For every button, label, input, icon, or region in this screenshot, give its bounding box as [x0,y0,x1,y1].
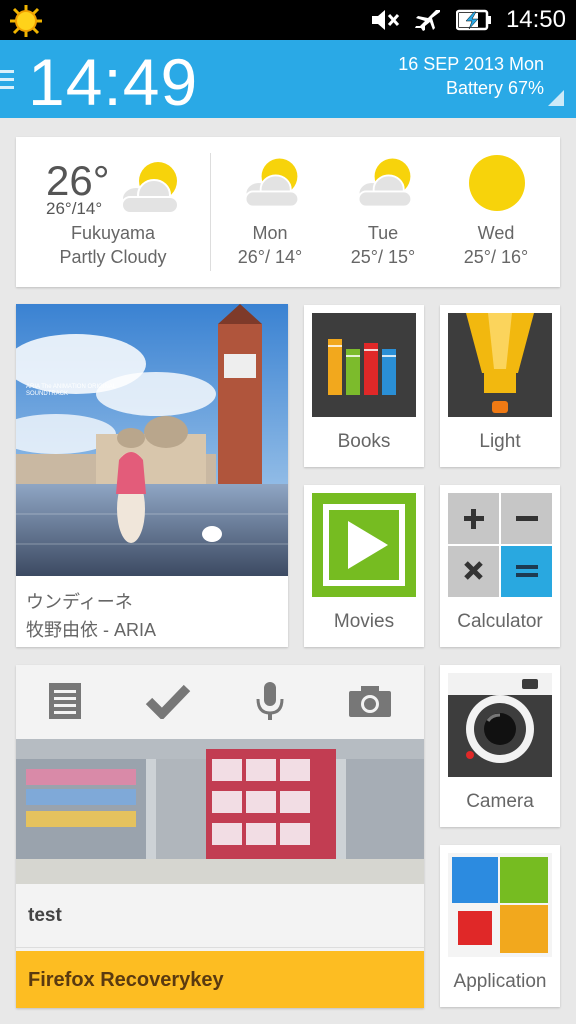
list-icon[interactable] [48,682,82,720]
menu-icon[interactable] [0,70,14,94]
books-label: Books [337,431,391,452]
forecast-day-name: Mon [252,223,288,243]
sun-icon [10,5,42,37]
forecast-day-temps: 25°/ 15° [350,247,416,267]
current-temperature: 26° [46,157,110,204]
airplane-icon [414,10,440,31]
track-title: ウンディーネ [26,592,133,612]
notes-widget[interactable]: test Firefox Recoverykey [16,665,424,1008]
application-label: Application [453,971,547,992]
header-date: 16 SEP 2013 Mon [398,54,544,74]
weather-condition: Partly Cloudy [59,247,167,267]
forecast-day: Tue 25°/ 15° [333,137,433,287]
calculator-label: Calculator [457,611,543,632]
forecast-day-name: Wed [477,223,515,243]
forecast-day: Wed 25°/ 16° [446,137,546,287]
battery-charging-icon [455,9,491,31]
camera-app-icon [448,673,552,777]
light-app[interactable]: Light [440,305,560,467]
note-divider [16,947,424,948]
forecast-day-name: Tue [367,223,399,243]
weather-city: Fukuyama [70,223,156,243]
movies-label: Movies [333,611,395,632]
light-label: Light [479,431,521,452]
header-time: 14:49 [28,45,199,119]
mute-icon [371,10,400,30]
current-temp-range: 26°/14° [46,199,103,218]
track-artist: 牧野由依 - ARIA [26,620,157,640]
music-widget[interactable]: ARIA The ANIMATION ORIGINAL SOUNDTRACK ウ… [16,304,288,647]
forecast-day-temps: 26°/ 14° [237,247,303,267]
note-highlight[interactable]: Firefox Recoverykey [16,951,424,1008]
partly-cloudy-icon [357,158,413,208]
partly-cloudy-icon [121,162,179,214]
note-highlight-text: Firefox Recoverykey [28,969,224,991]
notes-toolbar [16,665,424,737]
books-icon [312,313,416,417]
note-title[interactable]: test [28,905,62,927]
album-art[interactable]: ARIA The ANIMATION ORIGINAL SOUNDTRACK [16,304,288,576]
application-app[interactable]: Application [440,845,560,1007]
weather-widget[interactable]: 26° 26°/14° Fukuyama Partly Cloudy Mon 2… [16,137,560,287]
check-icon[interactable] [145,683,191,719]
note-photo[interactable] [16,739,424,884]
album-text: ARIA The ANIMATION ORIGINAL SOUNDTRACK [26,384,116,397]
weather-divider [210,153,211,271]
calculator-app[interactable]: Calculator [440,485,560,647]
status-bar: 14:50 [0,0,576,40]
books-app[interactable]: Books [304,305,424,467]
sunny-icon [469,155,525,211]
header-battery: Battery 67% [445,78,544,98]
clock-header[interactable]: 14:49 16 SEP 2013 Mon Battery 67% [0,40,576,119]
corner-indicator-icon [548,90,564,106]
camera-app[interactable]: Camera [440,665,560,827]
partly-cloudy-icon [244,158,300,208]
application-grid-icon [448,853,552,957]
forecast-day: Mon 26°/ 14° [220,137,320,287]
forecast-day-temps: 25°/ 16° [463,247,529,267]
play-icon [312,493,416,597]
flashlight-icon [448,313,552,417]
camera-icon[interactable] [348,684,392,718]
mic-icon[interactable] [255,681,285,721]
status-time: 14:50 [505,6,566,33]
camera-label: Camera [466,791,534,812]
movies-app[interactable]: Movies [304,485,424,647]
calculator-icon [448,493,552,597]
